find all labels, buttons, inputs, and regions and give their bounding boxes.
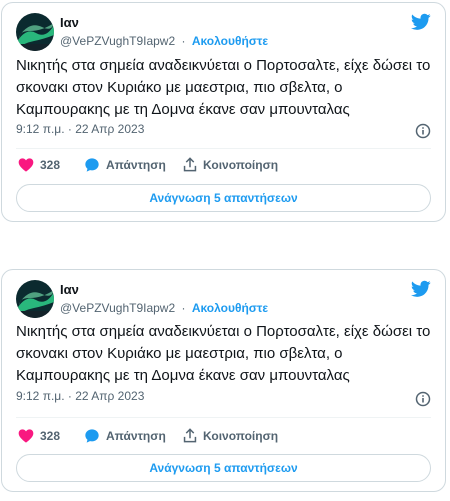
like-button[interactable]: 328	[18, 157, 60, 172]
share-button[interactable]: Κοινοποίηση	[183, 157, 278, 172]
avatar[interactable]	[16, 280, 54, 318]
heart-icon	[18, 158, 34, 172]
reply-bubble-icon	[85, 158, 99, 172]
author-handle-line: @VePZVughT9Iapw2 · Ακολουθήστε	[60, 301, 268, 315]
divider	[16, 148, 431, 149]
share-label: Κοινοποίηση	[203, 428, 279, 443]
author-name[interactable]: Ιαν	[60, 282, 79, 297]
reply-bubble-icon	[85, 429, 99, 443]
tweet-timestamp[interactable]: 9:12 π.μ. · 22 Απρ 2023	[16, 122, 144, 136]
reply-button[interactable]: Απάντηση	[84, 157, 166, 173]
reply-button[interactable]: Απάντηση	[84, 428, 166, 444]
tweet-card[interactable]: Ιαν @VePZVughT9Iapw2 · Ακολουθήστε Νικητ…	[1, 269, 446, 492]
like-count: 328	[40, 428, 61, 443]
avatar[interactable]	[16, 13, 54, 51]
follow-button[interactable]: Ακολουθήστε	[192, 34, 268, 48]
tweet-text: Νικητής στα σημεία αναδεικνύεται ο Πορτο…	[16, 57, 431, 118]
like-button[interactable]: 328	[18, 428, 60, 443]
tweet-header: Ιαν @VePZVughT9Iapw2 · Ακολουθήστε	[16, 13, 431, 55]
like-count: 328	[40, 157, 61, 172]
tweet-timestamp[interactable]: 9:12 π.μ. · 22 Απρ 2023	[16, 389, 144, 403]
twitter-bird-icon[interactable]	[411, 280, 431, 298]
twitter-bird-icon[interactable]	[411, 13, 431, 31]
tweet-header: Ιαν @VePZVughT9Iapw2 · Ακολουθήστε	[16, 280, 431, 322]
author-handle-line: @VePZVughT9Iapw2 · Ακολουθήστε	[60, 34, 268, 48]
info-icon[interactable]	[415, 391, 431, 407]
share-button[interactable]: Κοινοποίηση	[183, 428, 278, 443]
divider	[16, 417, 431, 418]
follow-button[interactable]: Ακολουθήστε	[192, 301, 268, 315]
share-icon	[183, 157, 197, 172]
tweet-card[interactable]: Ιαν @VePZVughT9Iapw2 · Ακολουθήστε Νικητ…	[1, 2, 446, 222]
separator: ·	[181, 301, 186, 315]
heart-icon	[18, 429, 34, 443]
reply-label: Απάντηση	[106, 429, 166, 443]
author-handle[interactable]: @VePZVughT9Iapw2	[60, 301, 175, 315]
info-icon[interactable]	[415, 123, 431, 139]
read-replies-button[interactable]: Ανάγνωση 5 απαντήσεων	[16, 454, 431, 482]
share-icon	[183, 428, 197, 443]
reply-label: Απάντηση	[106, 158, 166, 172]
separator: ·	[181, 34, 186, 48]
share-label: Κοινοποίηση	[203, 157, 279, 172]
author-handle[interactable]: @VePZVughT9Iapw2	[60, 34, 175, 48]
tweet-text: Νικητής στα σημεία αναδεικνύεται ο Πορτο…	[16, 323, 431, 384]
author-name[interactable]: Ιαν	[60, 15, 79, 30]
read-replies-button[interactable]: Ανάγνωση 5 απαντήσεων	[16, 184, 431, 212]
